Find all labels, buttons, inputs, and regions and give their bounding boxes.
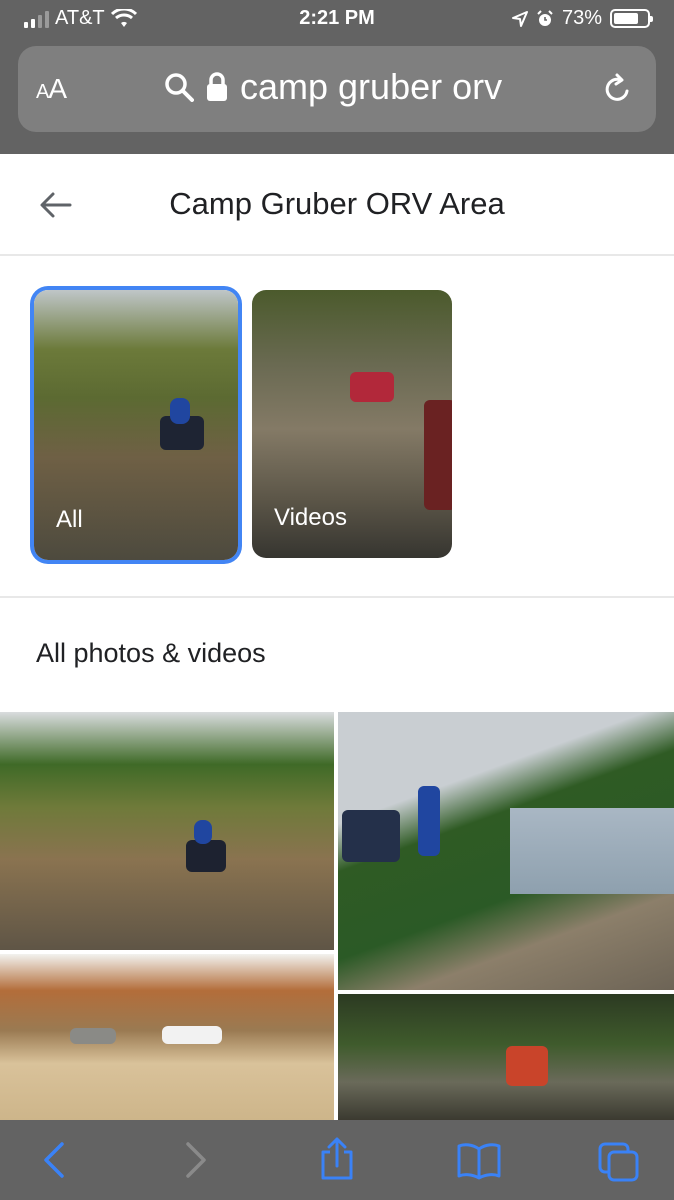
location-icon [511,10,528,27]
url-query-text: camp gruber orv [240,66,503,107]
forest-atv-photo[interactable] [338,994,674,1120]
search-icon [165,73,194,102]
battery-icon [610,9,653,28]
filter-card-videos[interactable]: Videos [252,290,452,558]
dirt-lot-photo[interactable] [0,954,334,1120]
safari-toolbar [0,1120,674,1200]
section-title: All photos & videos [36,638,266,668]
page-title: Camp Gruber ORV Area [169,186,505,221]
filter-card-all[interactable]: All [34,290,238,560]
reload-icon[interactable] [600,72,634,106]
section-divider [0,596,674,598]
filter-label-all: All [56,506,83,533]
share-icon[interactable] [318,1136,356,1182]
cliff-overlook-photo[interactable] [338,712,674,990]
bookmarks-icon[interactable] [456,1142,502,1180]
tabs-icon[interactable] [596,1140,642,1182]
reader-text-size-button[interactable]: AA [36,73,67,105]
address-bar[interactable]: AA camp gruber orv [18,46,656,132]
back-icon[interactable] [40,1140,70,1180]
lock-icon [207,72,227,101]
alarm-icon [537,9,553,26]
status-bar: AT&T 2:21 PM 73% [0,0,674,38]
atv-hill-photo[interactable] [0,712,334,950]
forward-icon[interactable] [180,1140,210,1180]
page-header: Camp Gruber ORV Area [0,154,674,256]
filter-label-videos: Videos [274,504,347,531]
battery-percent: 73% [561,7,602,29]
browser-chrome: AT&T 2:21 PM 73% AA camp gruber orv [0,0,674,154]
